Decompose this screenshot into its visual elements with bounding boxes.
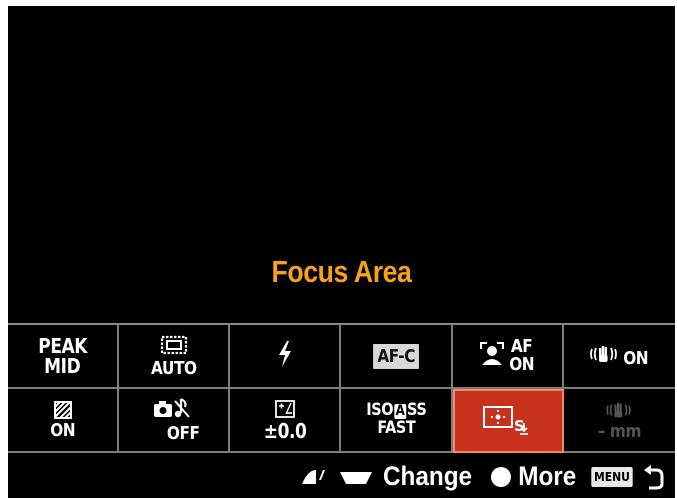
function-menu-grid: PEAK MID AUTO AF-C AF ON ON ON OFF ±0.0 …	[8, 323, 675, 455]
iso-label: ISO	[366, 400, 393, 421]
steadyshot-cell[interactable]: ON	[563, 325, 675, 389]
center-button-icon	[490, 466, 511, 487]
exposure-comp-cell[interactable]: ±0.0	[230, 389, 342, 453]
focus-mode-cell[interactable]: AF-C	[341, 325, 453, 389]
change-hint-label: Change	[382, 461, 472, 491]
footer-hints: Change More MENU	[8, 455, 675, 498]
steadyshot-hand-icon	[604, 400, 634, 423]
focus-area-spot-icon: S	[480, 401, 536, 441]
ss-label: SS	[406, 400, 427, 421]
dial-wheel-icon	[338, 466, 374, 488]
exposure-comp-label: ±0.0	[263, 418, 307, 443]
camera-screen: Focus Area PEAK MID AUTO AF-C AF ON ON O…	[8, 6, 675, 498]
back-arrow-icon[interactable]	[643, 464, 665, 490]
audio-signals-cell[interactable]: OFF	[119, 389, 231, 453]
flash-mode-cell[interactable]	[230, 325, 342, 389]
peaking-top-label: PEAK	[38, 334, 87, 358]
drive-mode-cell[interactable]: AUTO	[119, 325, 231, 389]
zebra-icon	[53, 400, 72, 422]
menu-item-title: Focus Area	[271, 254, 412, 289]
focal-length-label: – mm	[597, 420, 642, 442]
menu-button-icon: MENU	[591, 466, 633, 487]
zebra-label: ON	[50, 419, 76, 441]
exposure-comp-icon	[275, 399, 295, 421]
steadyshot-label: ON	[623, 348, 649, 369]
flash-icon	[276, 340, 294, 372]
focus-mode-label: AF-C	[372, 343, 420, 369]
iso-auto-min-ss-cell[interactable]: ISO A SS FAST	[341, 389, 453, 453]
camera-music-mute-icon	[153, 397, 195, 425]
audio-signals-label: OFF	[166, 422, 200, 444]
zebra-cell[interactable]: ON	[8, 389, 120, 453]
steadyshot-hand-icon	[588, 343, 620, 369]
face-af-bottom-label: ON	[508, 354, 534, 375]
peaking-level-cell[interactable]: PEAK MID	[8, 325, 120, 389]
drive-mode-label: AUTO	[150, 357, 197, 379]
auto-badge: A	[393, 403, 406, 420]
peaking-bottom-label: MID	[44, 354, 82, 378]
drive-mode-frame-icon	[160, 335, 188, 360]
iso-speed-label: FAST	[377, 418, 416, 438]
steadyshot-focal-length-cell[interactable]: – mm	[563, 389, 675, 453]
more-hint-label: More	[517, 461, 576, 491]
face-detect-icon	[479, 341, 505, 371]
dial-up-down-icon	[300, 466, 334, 488]
face-eye-af-cell[interactable]: AF ON	[452, 325, 564, 389]
focus-area-cell[interactable]: S	[452, 389, 564, 453]
